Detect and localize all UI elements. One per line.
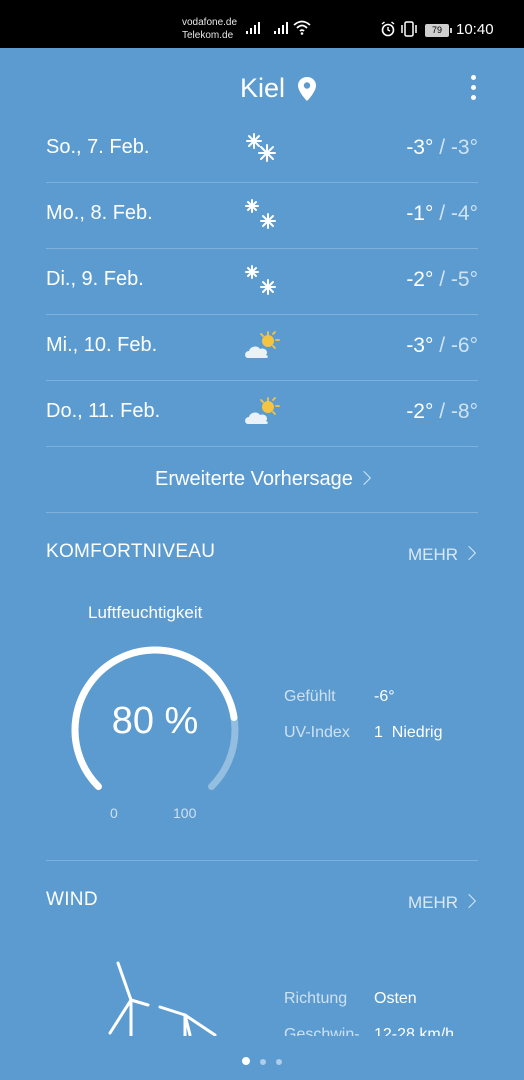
forecast-row[interactable]: So., 7. Feb. -3° / -3°: [46, 116, 478, 183]
forecast-row[interactable]: Mi., 10. Feb. -3° / -6°: [46, 314, 478, 381]
partly-cloudy-icon: [245, 397, 280, 424]
wifi-icon: [293, 20, 311, 35]
feels-like-value: -6°: [374, 688, 395, 705]
forecast-temp: -1° / -4°: [406, 202, 478, 226]
temp-low: -6°: [450, 334, 478, 357]
temp-high: -2°: [406, 400, 434, 423]
temp-separator: /: [439, 400, 446, 423]
page-dot[interactable]: [260, 1059, 266, 1065]
battery-indicator: 79: [425, 24, 452, 37]
forecast-row[interactable]: Mo., 8. Feb. -1° / -4°: [46, 182, 478, 249]
more-options-icon[interactable]: [463, 72, 483, 106]
temp-high: -3°: [406, 136, 434, 159]
temp-high: -1°: [406, 202, 434, 225]
humidity-label: Luftfeuchtigkeit: [88, 603, 203, 622]
forecast-day: Mo., 8. Feb.: [46, 202, 153, 224]
uv-index-label: UV-Index: [284, 724, 350, 741]
temp-low: -3°: [450, 136, 478, 159]
chevron-right-icon: [461, 893, 477, 909]
temp-separator: /: [439, 268, 446, 291]
forecast-row[interactable]: Do., 11. Feb. -2° / -8°: [46, 380, 478, 447]
chevron-right-icon: [356, 470, 372, 486]
signal-icon: [246, 22, 260, 34]
partly-cloudy-icon: [245, 331, 280, 358]
wind-direction-value: Osten: [374, 990, 417, 1007]
wind-title: WIND: [46, 889, 98, 910]
alarm-icon: [381, 21, 395, 37]
page-dot[interactable]: [276, 1059, 282, 1065]
temp-low: -8°: [450, 400, 478, 423]
status-bar: vodafone.de Telekom.de 79 10:40: [0, 0, 524, 48]
temp-separator: /: [439, 202, 446, 225]
extended-forecast-button[interactable]: Erweiterte Vorhersage: [46, 446, 478, 513]
snow-icon: [245, 265, 276, 295]
city-name[interactable]: Kiel: [240, 73, 285, 104]
forecast-day: So., 7. Feb.: [46, 136, 150, 158]
forecast-temp: -3° / -3°: [406, 136, 478, 160]
comfort-more-label: MEHR: [407, 545, 458, 564]
gauge-max-label: 100: [173, 805, 197, 821]
forecast-temp: -2° / -5°: [406, 268, 478, 292]
carrier-labels: vodafone.de Telekom.de: [182, 16, 237, 42]
humidity-value: 80 %: [111, 700, 199, 742]
carrier-2: Telekom.de: [182, 30, 234, 41]
wind-turbine-icon: [108, 961, 217, 1045]
forecast-day: Do., 11. Feb.: [46, 400, 161, 422]
signal-icon: [274, 22, 288, 34]
feels-like-label: Gefühlt: [284, 688, 336, 705]
location-pin-icon[interactable]: [297, 76, 317, 102]
clock: 10:40: [456, 21, 494, 38]
carrier-1: vodafone.de: [182, 17, 238, 28]
forecast-row[interactable]: Di., 9. Feb. -2° / -5°: [46, 248, 478, 315]
temp-separator: /: [439, 334, 446, 357]
comfort-more-button[interactable]: MEHR: [407, 545, 477, 565]
gauge-min-label: 0: [110, 805, 118, 821]
extended-forecast-label: Erweiterte Vorhersage: [155, 468, 353, 490]
forecast-temp: -2° / -8°: [406, 400, 478, 424]
page-dot-active[interactable]: [242, 1057, 250, 1065]
temp-low: -5°: [450, 268, 478, 291]
temp-high: -2°: [406, 268, 434, 291]
wind-direction-label: Richtung: [284, 990, 348, 1007]
wind-more-button[interactable]: MEHR: [407, 893, 477, 913]
forecast-temp: -3° / -6°: [406, 334, 478, 358]
temp-high: -3°: [406, 334, 434, 357]
forecast-day: Mi., 10. Feb.: [46, 334, 158, 356]
wind-more-label: MEHR: [407, 893, 458, 912]
snow-icon: [245, 199, 276, 229]
comfort-title: KOMFORTNIVEAU: [46, 541, 216, 562]
snow-icon: [246, 133, 276, 162]
forecast-day: Di., 9. Feb.: [46, 268, 144, 290]
uv-index-value: 1 Niedrig: [374, 724, 443, 741]
temp-low: -4°: [450, 202, 478, 225]
section-divider: [46, 860, 478, 861]
temp-separator: /: [439, 136, 446, 159]
page-indicator[interactable]: [0, 1052, 524, 1070]
chevron-right-icon: [461, 545, 477, 561]
vibrate-icon: [401, 21, 417, 37]
